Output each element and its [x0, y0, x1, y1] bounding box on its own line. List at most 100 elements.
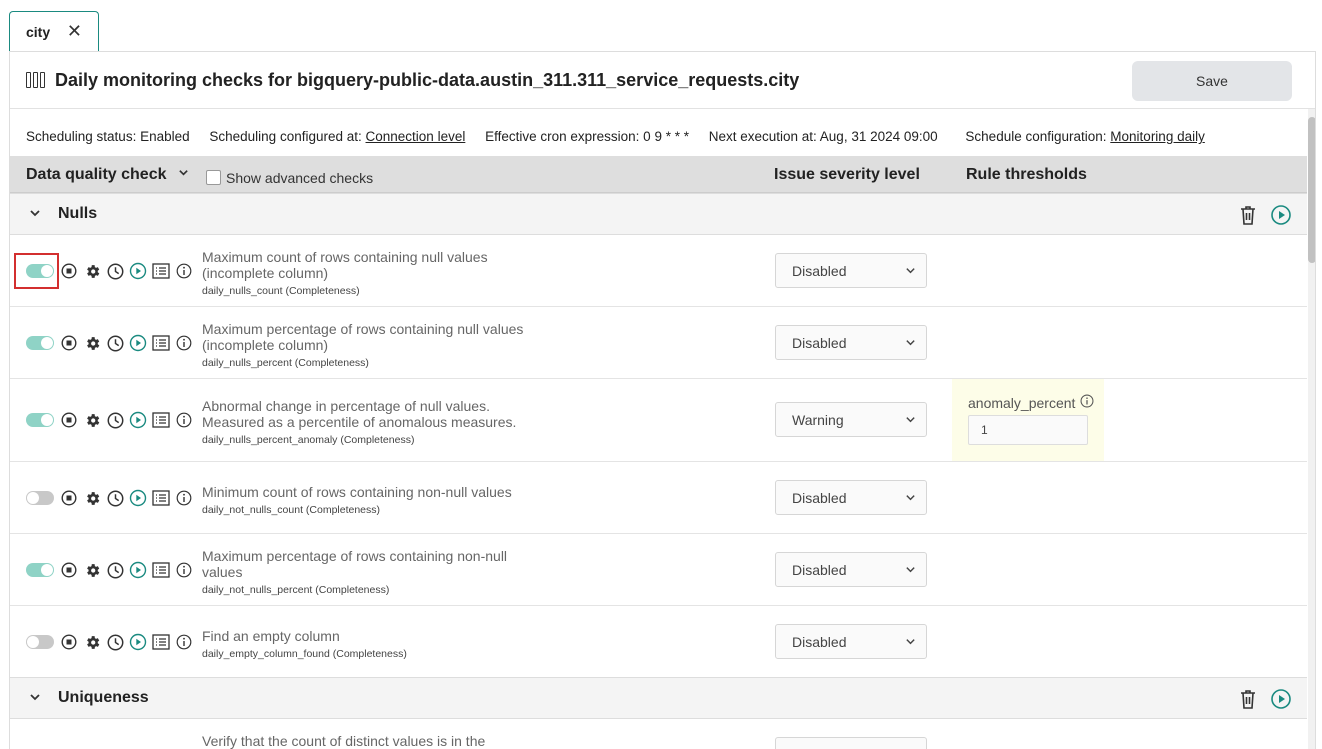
check-row: Maximum percentage of rows containing no… — [10, 534, 1307, 606]
clock-icon[interactable] — [106, 561, 124, 579]
check-toggle[interactable] — [26, 336, 54, 350]
check-actions — [26, 489, 198, 507]
stop-icon[interactable] — [60, 411, 78, 429]
stop-icon[interactable] — [60, 262, 78, 280]
gear-icon[interactable] — [83, 561, 101, 579]
clock-icon[interactable] — [106, 489, 124, 507]
gear-icon[interactable] — [83, 633, 101, 651]
check-row: Minimum count of rows containing non-nul… — [10, 462, 1307, 534]
run-check-icon[interactable] — [129, 262, 147, 280]
run-icon[interactable] — [1270, 688, 1292, 710]
scrollbar[interactable] — [1308, 109, 1315, 749]
close-icon[interactable]: ✕ — [67, 21, 82, 42]
stop-icon[interactable] — [60, 489, 78, 507]
gear-icon[interactable] — [83, 262, 101, 280]
run-check-icon[interactable] — [129, 489, 147, 507]
group-uniqueness[interactable]: Uniqueness — [10, 677, 1307, 719]
scrollbar-thumb[interactable] — [1308, 117, 1315, 263]
tab-city[interactable]: city ✕ — [9, 11, 99, 51]
check-title-line2: (incomplete column) — [202, 337, 329, 353]
results-list-icon[interactable] — [152, 334, 170, 352]
check-toggle[interactable] — [26, 563, 54, 577]
table-columns-icon — [26, 72, 46, 88]
check-code: daily_nulls_count (Completeness) — [202, 285, 360, 297]
run-check-icon[interactable] — [129, 633, 147, 651]
clock-icon[interactable] — [106, 411, 124, 429]
gear-icon[interactable] — [83, 334, 101, 352]
clock-icon[interactable] — [106, 262, 124, 280]
chevron-down-icon — [906, 639, 915, 645]
connection-level-link[interactable]: Connection level — [366, 129, 466, 144]
monitoring-daily-link[interactable]: Monitoring daily — [1110, 129, 1205, 144]
run-check-icon[interactable] — [129, 561, 147, 579]
severity-value: Disabled — [792, 633, 847, 650]
info-icon[interactable] — [175, 262, 193, 280]
info-icon[interactable] — [1080, 394, 1094, 408]
info-icon[interactable] — [175, 633, 193, 651]
check-toggle[interactable] — [26, 491, 54, 505]
check-description: Maximum percentage of rows containing nu… — [202, 321, 542, 371]
check-title-line2: values — [202, 564, 243, 580]
severity-select[interactable]: Disabled — [775, 253, 927, 288]
severity-select[interactable]: Disabled — [775, 624, 927, 659]
rule-threshold-box: anomaly_percent 1 — [952, 379, 1104, 461]
severity-value: Disabled — [792, 561, 847, 578]
stop-icon[interactable] — [60, 334, 78, 352]
check-description: Verify that the count of distinct values… — [202, 733, 542, 749]
check-row: Maximum percentage of rows containing nu… — [10, 307, 1307, 379]
chevron-down-icon — [906, 268, 915, 274]
severity-value: Disabled — [792, 262, 847, 279]
clock-icon[interactable] — [106, 633, 124, 651]
results-list-icon[interactable] — [152, 262, 170, 280]
check-toggle[interactable] — [26, 413, 54, 427]
check-row: Find an empty column daily_empty_column_… — [10, 606, 1307, 678]
info-icon[interactable] — [175, 411, 193, 429]
chevron-down-icon — [906, 567, 915, 573]
run-check-icon[interactable] — [129, 334, 147, 352]
next-execution: Next execution at: Aug, 31 2024 09:00 — [708, 129, 938, 144]
show-advanced-label: Show advanced checks — [226, 170, 374, 186]
stop-icon[interactable] — [60, 633, 78, 651]
severity-select[interactable]: Disabled — [775, 480, 927, 515]
check-actions — [26, 262, 198, 280]
check-row: Abnormal change in percentage of null va… — [10, 379, 1307, 462]
anomaly-percent-input[interactable]: 1 — [968, 415, 1088, 445]
severity-select[interactable]: Warning — [775, 402, 927, 437]
run-icon[interactable] — [1270, 204, 1292, 226]
schedule-configuration: Schedule configuration: Monitoring daily — [965, 129, 1204, 144]
schedule-configuration-label: Schedule configuration: — [965, 129, 1107, 144]
check-toggle[interactable] — [26, 264, 54, 278]
chevron-down-icon[interactable] — [178, 167, 189, 181]
results-list-icon[interactable] — [152, 489, 170, 507]
severity-select[interactable] — [775, 737, 927, 749]
stop-icon[interactable] — [60, 561, 78, 579]
trash-icon[interactable] — [1238, 204, 1258, 226]
save-button[interactable]: Save — [1132, 61, 1292, 101]
gear-icon[interactable] — [83, 411, 101, 429]
results-list-icon[interactable] — [152, 561, 170, 579]
chevron-down-icon[interactable] — [28, 690, 42, 704]
chevron-down-icon[interactable] — [28, 206, 42, 220]
run-check-icon[interactable] — [129, 411, 147, 429]
severity-value: Warning — [792, 411, 844, 428]
tab-label: city — [26, 23, 51, 40]
info-icon[interactable] — [175, 334, 193, 352]
clock-icon[interactable] — [106, 334, 124, 352]
info-icon[interactable] — [175, 561, 193, 579]
results-list-icon[interactable] — [152, 633, 170, 651]
gear-icon[interactable] — [83, 489, 101, 507]
scheduling-info: Scheduling status: Enabled Scheduling co… — [26, 129, 1221, 144]
severity-header: Issue severity level — [774, 166, 920, 183]
check-description: Minimum count of rows containing non-nul… — [202, 484, 542, 518]
severity-value: Disabled — [792, 489, 847, 506]
check-title-line1: Minimum count of rows containing non-nul… — [202, 484, 512, 500]
trash-icon[interactable] — [1238, 688, 1258, 710]
check-toggle[interactable] — [26, 635, 54, 649]
severity-select[interactable]: Disabled — [775, 325, 927, 360]
check-description: Maximum count of rows containing null va… — [202, 249, 542, 299]
info-icon[interactable] — [175, 489, 193, 507]
show-advanced-checkbox[interactable] — [206, 170, 221, 185]
group-nulls[interactable]: Nulls — [10, 193, 1307, 235]
results-list-icon[interactable] — [152, 411, 170, 429]
severity-select[interactable]: Disabled — [775, 552, 927, 587]
